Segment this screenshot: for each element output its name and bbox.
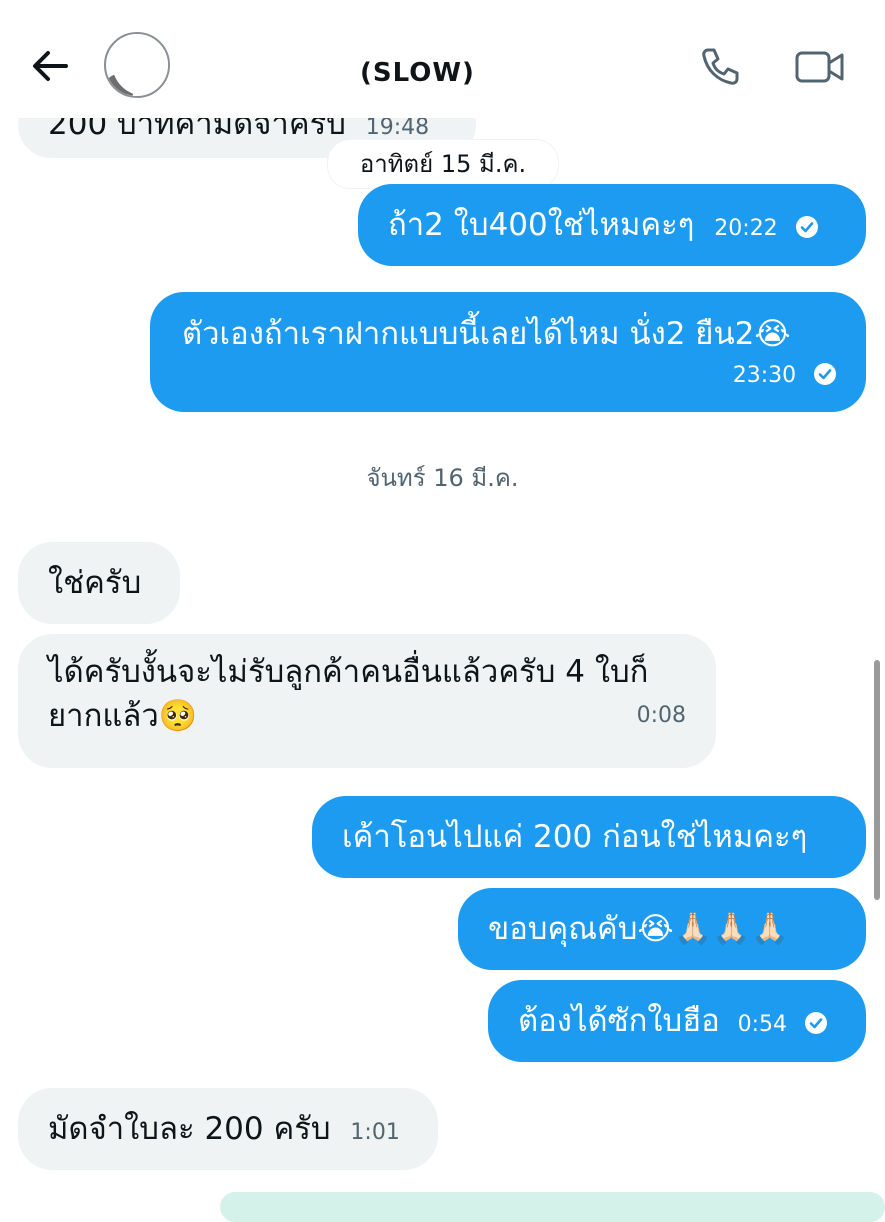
message-time: 0:08 [636, 703, 686, 728]
date-separator: จันทร์ 16 มี.ค. [0, 458, 885, 498]
conversation-title[interactable]: (SLOW) [360, 58, 475, 88]
message-time: 1:01 [350, 1120, 400, 1145]
message-text: เค้าโอนไปแค่ 200 ก่อนใช่ไหมคะๆ [342, 819, 808, 855]
message-time: 20:22 [714, 216, 778, 241]
read-check-icon [795, 215, 818, 238]
read-check-icon [804, 1011, 827, 1034]
date-label: จันทร์ 16 มี.ค. [366, 464, 519, 492]
message-text: ตัวเองถ้าเราฝากแบบนี้เลยได้ไหม นั่ง2 ยืน… [182, 316, 791, 352]
outgoing-message[interactable]: ถ้า2 ใบ400ใช่ไหมคะๆ 20:22 [358, 184, 866, 266]
incoming-message[interactable]: มัดจำใบละ 200 ครับ 1:01 [18, 1088, 438, 1170]
message-text: มัดจำใบละ 200 ครับ [48, 1111, 331, 1147]
message-time: 19:48 [365, 115, 430, 140]
message-text: ขอบคุณคับ😭🙏🏻🙏🏻🙏🏻 [488, 911, 790, 947]
read-check-icon [814, 362, 836, 385]
outgoing-message[interactable]: ต้องได้ซักใบฮือ 0:54 [488, 980, 866, 1062]
outgoing-message[interactable]: ขอบคุณคับ😭🙏🏻🙏🏻🙏🏻 [458, 888, 866, 970]
message-text: ต้องได้ซักใบฮือ [518, 1003, 720, 1039]
message-preview-edge [220, 1192, 885, 1222]
back-arrow-icon[interactable] [28, 44, 72, 88]
message-text: ใช่ครับ [48, 565, 142, 601]
phone-icon[interactable] [698, 44, 742, 88]
message-time: 23:30 [732, 363, 797, 388]
video-camera-icon[interactable] [794, 46, 846, 88]
outgoing-message[interactable]: เค้าโอนไปแค่ 200 ก่อนใช่ไหมคะๆ [312, 796, 866, 878]
incoming-message[interactable]: ได้ครับงั้นจะไม่รับลูกค้าคนอื่นแล้วครับ … [18, 634, 716, 768]
avatar[interactable] [104, 32, 170, 98]
date-label: อาทิตย์ 15 มี.ค. [359, 150, 527, 178]
outgoing-message[interactable]: ตัวเองถ้าเราฝากแบบนี้เลยได้ไหม นั่ง2 ยืน… [150, 292, 866, 412]
scrollbar[interactable] [874, 660, 880, 900]
message-text-line-1: ได้ครับงั้นจะไม่รับลูกค้าคนอื่นแล้วครับ … [48, 654, 649, 690]
message-text: ถ้า2 ใบ400ใช่ไหมคะๆ [388, 207, 695, 243]
conversation-header: (SLOW) [0, 0, 885, 118]
message-text-line-2: ยากแล้ว🥺 [48, 698, 198, 734]
incoming-message[interactable]: ใช่ครับ [18, 542, 180, 624]
date-separator: อาทิตย์ 15 มี.ค. [328, 140, 558, 188]
message-time: 0:54 [737, 1012, 788, 1037]
